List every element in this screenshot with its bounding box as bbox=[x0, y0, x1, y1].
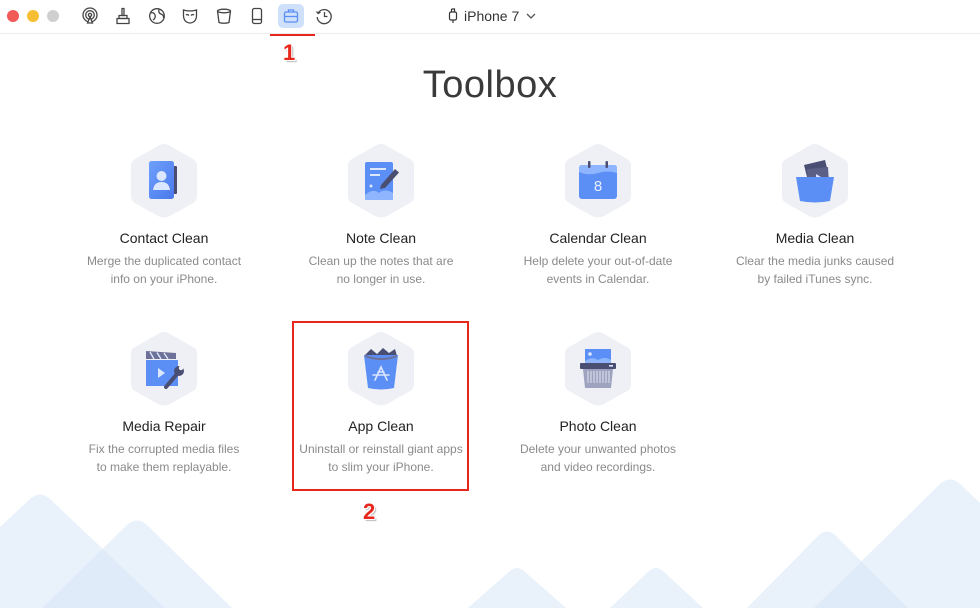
photo-shredder-icon bbox=[580, 349, 616, 388]
annotation-step-1: 1 bbox=[283, 40, 296, 65]
window-minimize-button[interactable] bbox=[27, 10, 39, 22]
app-bucket-icon bbox=[364, 348, 398, 390]
media-bucket-icon bbox=[796, 160, 834, 203]
toolbar-bucket-button[interactable] bbox=[211, 4, 237, 28]
tool-name: App Clean bbox=[348, 418, 414, 434]
device-selector[interactable]: iPhone 7 bbox=[448, 7, 537, 25]
tool-app-clean[interactable]: App Clean Uninstall or reinstall giant a… bbox=[281, 330, 481, 476]
mask-icon bbox=[182, 9, 198, 24]
page-title: Toolbox bbox=[422, 64, 558, 106]
tool-name: Calendar Clean bbox=[549, 230, 647, 246]
tool-calendar-clean[interactable]: 8 Calendar Clean Help delete your out-of… bbox=[498, 142, 698, 288]
media-repair-icon bbox=[146, 351, 184, 389]
toolbar-toolbox-button[interactable] bbox=[278, 4, 304, 28]
history-icon bbox=[316, 9, 332, 25]
airplay-icon bbox=[82, 7, 98, 24]
title-bar: iPhone 7 bbox=[0, 0, 980, 34]
note-pen-icon bbox=[365, 162, 399, 200]
tool-name: Media Clean bbox=[775, 230, 855, 246]
toolbar-privacy-button[interactable] bbox=[177, 4, 203, 28]
cleaner-brush-icon bbox=[116, 7, 130, 25]
tool-description: Clean up the notes that are no longer in … bbox=[308, 254, 454, 286]
device-name: iPhone 7 bbox=[464, 8, 520, 24]
calendar-icon: 8 bbox=[579, 161, 617, 199]
bucket-icon bbox=[216, 8, 232, 24]
tool-description: Merge the duplicated contact info on your… bbox=[86, 254, 242, 286]
annotation-step-2: 2 bbox=[363, 499, 376, 524]
tool-name: Media Repair bbox=[122, 418, 206, 434]
contact-book-icon bbox=[149, 161, 177, 199]
toolbar-globe-button[interactable] bbox=[144, 4, 170, 28]
tool-description: Help delete your out-of-date events in Ca… bbox=[523, 254, 673, 286]
svg-text:8: 8 bbox=[594, 178, 602, 195]
tool-description: Delete your unwanted photos and video rec… bbox=[519, 442, 677, 474]
chevron-down-icon bbox=[526, 13, 536, 19]
tool-media-repair[interactable]: Media Repair Fix the corrupted media fil… bbox=[64, 330, 264, 476]
window-maximize-button[interactable] bbox=[47, 10, 59, 22]
tool-description: Clear the media junks caused by failed iT… bbox=[735, 254, 895, 286]
tool-media-clean[interactable]: Media Clean Clear the media junks caused… bbox=[715, 142, 915, 288]
globe-icon bbox=[149, 8, 165, 24]
device-icon bbox=[251, 7, 263, 25]
tool-description: Uninstall or reinstall giant apps to slim… bbox=[299, 442, 463, 474]
toolbar-device-button[interactable] bbox=[244, 4, 270, 28]
tool-name: Photo Clean bbox=[559, 418, 637, 434]
toolbar-cleaner-button[interactable] bbox=[110, 4, 136, 28]
tool-note-clean[interactable]: Note Clean Clean up the notes that are no… bbox=[281, 142, 481, 288]
tool-name: Note Clean bbox=[345, 230, 417, 246]
toolbar-history-button[interactable] bbox=[311, 4, 337, 28]
tool-name: Contact Clean bbox=[119, 230, 209, 246]
toolbar-airplay-button[interactable] bbox=[77, 4, 103, 28]
tool-contact-clean[interactable]: Contact Clean Merge the duplicated conta… bbox=[64, 142, 264, 288]
lightning-cable-icon bbox=[448, 8, 458, 23]
tool-photo-clean[interactable]: Photo Clean Delete your unwanted photos a… bbox=[498, 330, 698, 476]
toolbox-icon bbox=[283, 9, 299, 23]
tool-description: Fix the corrupted media files to make the… bbox=[88, 442, 240, 474]
window-close-button[interactable] bbox=[7, 10, 19, 22]
